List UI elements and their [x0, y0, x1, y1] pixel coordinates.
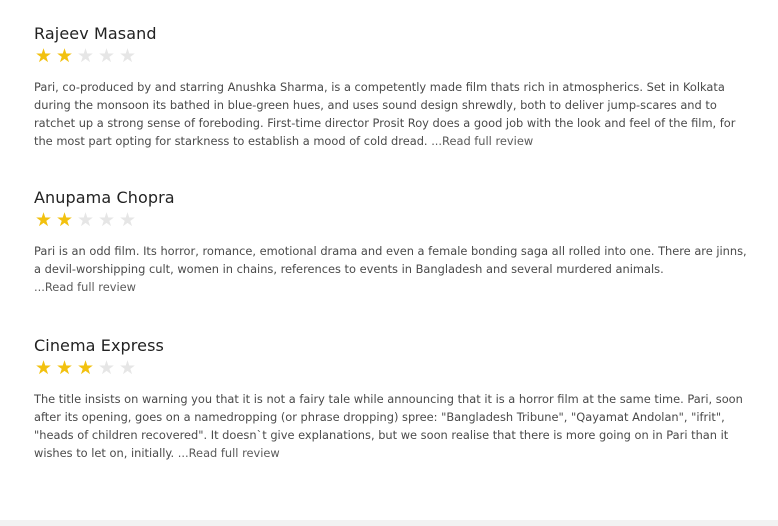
review-text-block: The title insists on warning you that it…	[34, 390, 749, 462]
review-text-block: Pari is an odd film. Its horror, romance…	[34, 242, 749, 296]
star-icon: ★	[118, 45, 137, 67]
review-text: Pari, co-produced by and starring Anushk…	[34, 80, 736, 148]
star-rating: ★ ★ ★ ★ ★	[34, 210, 754, 230]
star-icon: ★	[34, 357, 53, 379]
star-icon: ★	[118, 209, 137, 231]
star-icon: ★	[97, 45, 116, 67]
star-icon: ★	[76, 357, 95, 379]
review-item: Anupama Chopra ★ ★ ★ ★ ★ Pari is an odd film…	[34, 188, 754, 296]
star-rating: ★ ★ ★ ★ ★	[34, 46, 754, 66]
critic-name: Anupama Chopra	[34, 188, 175, 207]
critic-name: Rajeev Masand	[34, 24, 157, 43]
critic-name: Cinema Express	[34, 336, 164, 355]
read-full-review-link[interactable]: ...Read full review	[178, 446, 280, 460]
star-icon: ★	[34, 45, 53, 67]
read-full-review-link[interactable]: ...Read full review	[431, 134, 533, 148]
review-item: Cinema Express ★ ★ ★ ★ ★ The title insists o…	[34, 336, 754, 462]
star-icon: ★	[97, 209, 116, 231]
star-icon: ★	[76, 45, 95, 67]
star-icon: ★	[97, 357, 116, 379]
star-icon: ★	[118, 357, 137, 379]
star-icon: ★	[34, 209, 53, 231]
star-icon: ★	[55, 209, 74, 231]
star-icon: ★	[76, 209, 95, 231]
star-rating: ★ ★ ★ ★ ★	[34, 358, 754, 378]
review-item: Rajeev Masand ★ ★ ★ ★ ★ Pari, co-produced by…	[34, 24, 754, 150]
star-icon: ★	[55, 357, 74, 379]
read-full-review-link[interactable]: ...Read full review	[34, 280, 136, 294]
page-footer-band	[0, 520, 778, 526]
review-text-block: Pari, co-produced by and starring Anushk…	[34, 78, 749, 150]
review-text: The title insists on warning you that it…	[34, 392, 743, 460]
star-icon: ★	[55, 45, 74, 67]
review-text: Pari is an odd film. Its horror, romance…	[34, 244, 747, 276]
